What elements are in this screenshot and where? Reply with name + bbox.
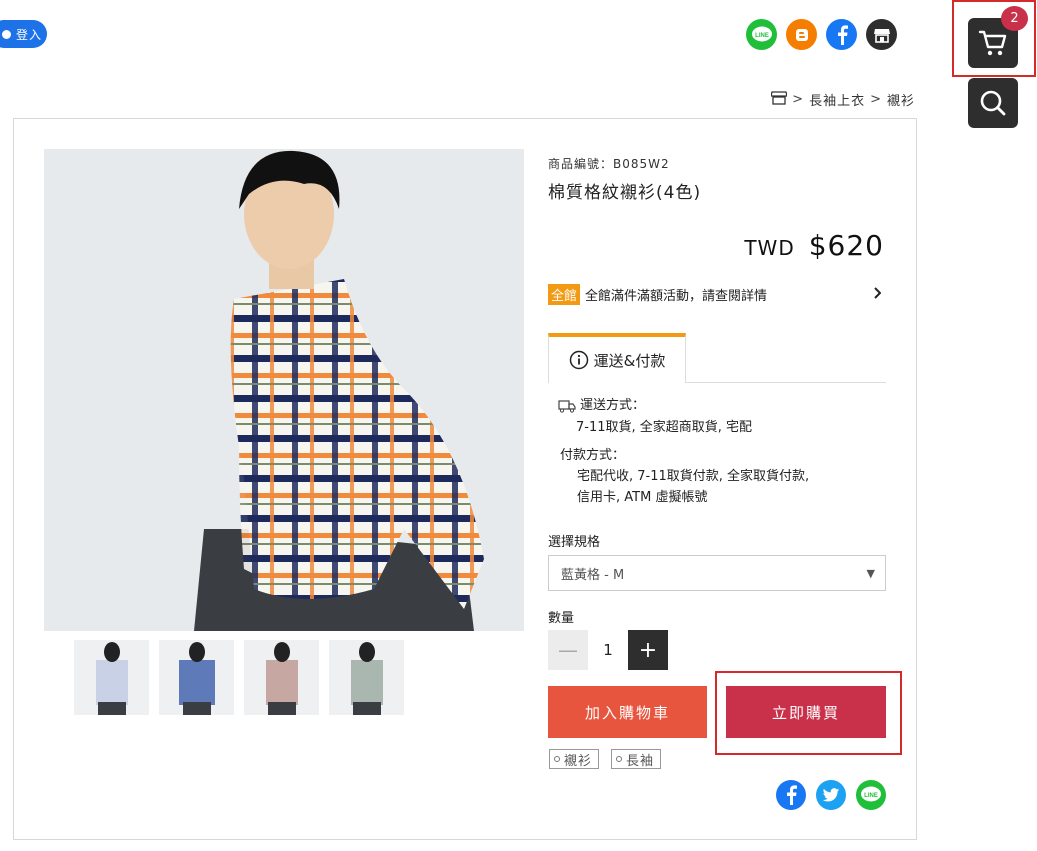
thumbnail-strip <box>74 640 404 715</box>
promo-text: 全館滿件滿額活動，請查閱詳情 <box>585 289 768 304</box>
spec-select[interactable]: 藍黃格 - M ▼ <box>548 555 886 591</box>
add-to-cart-button[interactable]: 加入購物車 <box>548 686 707 738</box>
buy-now-button[interactable]: 立即購買 <box>726 686 886 738</box>
line-share-icon[interactable]: LINE <box>856 780 886 810</box>
line-icon[interactable]: LINE <box>746 19 777 50</box>
thumbnail-image[interactable] <box>244 640 319 715</box>
social-links-top: LINE <box>746 19 897 50</box>
chevron-right-icon <box>873 286 882 303</box>
product-name: 棉質格紋襯衫(4色) <box>548 183 702 203</box>
product-sku: 商品編號：B085W2 <box>548 157 670 171</box>
blogger-icon[interactable] <box>786 19 817 50</box>
tag-long-sleeve[interactable]: 長袖 <box>611 749 662 769</box>
store-icon[interactable] <box>866 19 897 50</box>
product-info: 商品編號：B085W2 棉質格紋襯衫(4色) TWD $620 全館 全館滿件滿… <box>548 155 902 810</box>
price-row: TWD $620 <box>744 229 884 262</box>
promo-badge: 全館 <box>548 284 581 305</box>
thumbnail-image[interactable] <box>329 640 404 715</box>
user-icon <box>2 29 11 39</box>
truck-icon <box>558 400 576 413</box>
store-home-icon[interactable] <box>770 90 788 109</box>
shipping-title: 運送方式： <box>580 398 646 413</box>
info-icon <box>569 350 588 370</box>
shipping-info: 運送方式： 7-11取貨, 全家超商取貨, 宅配 <box>548 395 886 439</box>
tab-label: 運送&付款 <box>593 351 666 370</box>
thumbnail-image[interactable] <box>74 640 149 715</box>
spec-selected-value: 藍黃格 - M <box>561 567 625 583</box>
breadcrumb: > 長袖上衣 > 襯衫 <box>770 90 915 109</box>
login-label: 登入 <box>16 27 43 42</box>
search-icon <box>980 90 1006 116</box>
breadcrumb-item-category[interactable]: 長袖上衣 <box>809 90 865 109</box>
svg-text:LINE: LINE <box>864 793 878 799</box>
tab-shipping-payment[interactable]: 運送&付款 <box>548 333 686 383</box>
shipping-methods: 7-11取貨, 全家超商取貨, 宅配 <box>576 420 753 435</box>
promo-banner[interactable]: 全館 全館滿件滿額活動，請查閱詳情 <box>548 284 886 305</box>
tag-label: 長袖 <box>626 753 655 769</box>
login-button[interactable]: 登入 <box>0 20 47 48</box>
breadcrumb-item-current[interactable]: 襯衫 <box>887 90 915 109</box>
increase-quantity-button[interactable]: + <box>628 630 668 670</box>
tag-label: 襯衫 <box>564 753 593 769</box>
product-price: $620 <box>808 229 884 262</box>
shipping-payment-section: 運送&付款 運送方式： 7-11取貨, 全家超商取貨, 宅配 付款方式： 宅配代… <box>548 333 886 508</box>
product-tags: 襯衫 長袖 <box>549 749 662 769</box>
spec-label: 選擇規格 <box>548 535 601 550</box>
chevron-right-icon: > <box>792 92 805 107</box>
tag-icon <box>554 756 560 762</box>
product-main-image <box>44 149 524 631</box>
svg-text:LINE: LINE <box>755 33 769 39</box>
chevron-right-icon: > <box>870 92 882 107</box>
cart-icon <box>978 30 1007 56</box>
payment-title: 付款方式： <box>560 448 626 463</box>
dropdown-arrow-icon: ▼ <box>866 566 875 580</box>
facebook-share-icon[interactable] <box>776 780 806 810</box>
tag-icon <box>616 756 623 762</box>
payment-info: 付款方式： 宅配代收, 7-11取貨付款, 全家取貨付款, 信用卡, ATM 虛… <box>548 445 886 508</box>
payment-methods-line1: 宅配代收, 7-11取貨付款, 全家取貨付款, <box>577 469 810 484</box>
decrease-quantity-button[interactable]: — <box>548 630 588 670</box>
cart-count-badge: 2 <box>1001 6 1028 31</box>
payment-methods-line2: 信用卡, ATM 虛擬帳號 <box>577 490 708 505</box>
share-buttons: LINE <box>776 780 886 810</box>
thumbnail-image[interactable] <box>159 640 234 715</box>
facebook-icon[interactable] <box>826 19 857 50</box>
price-currency: TWD <box>744 236 795 260</box>
quantity-value[interactable]: 1 <box>588 641 628 659</box>
tag-shirt[interactable]: 襯衫 <box>549 749 600 769</box>
quantity-stepper: — 1 + <box>548 630 668 670</box>
quantity-label: 數量 <box>548 611 575 626</box>
search-button[interactable] <box>968 78 1018 128</box>
twitter-share-icon[interactable] <box>816 780 846 810</box>
